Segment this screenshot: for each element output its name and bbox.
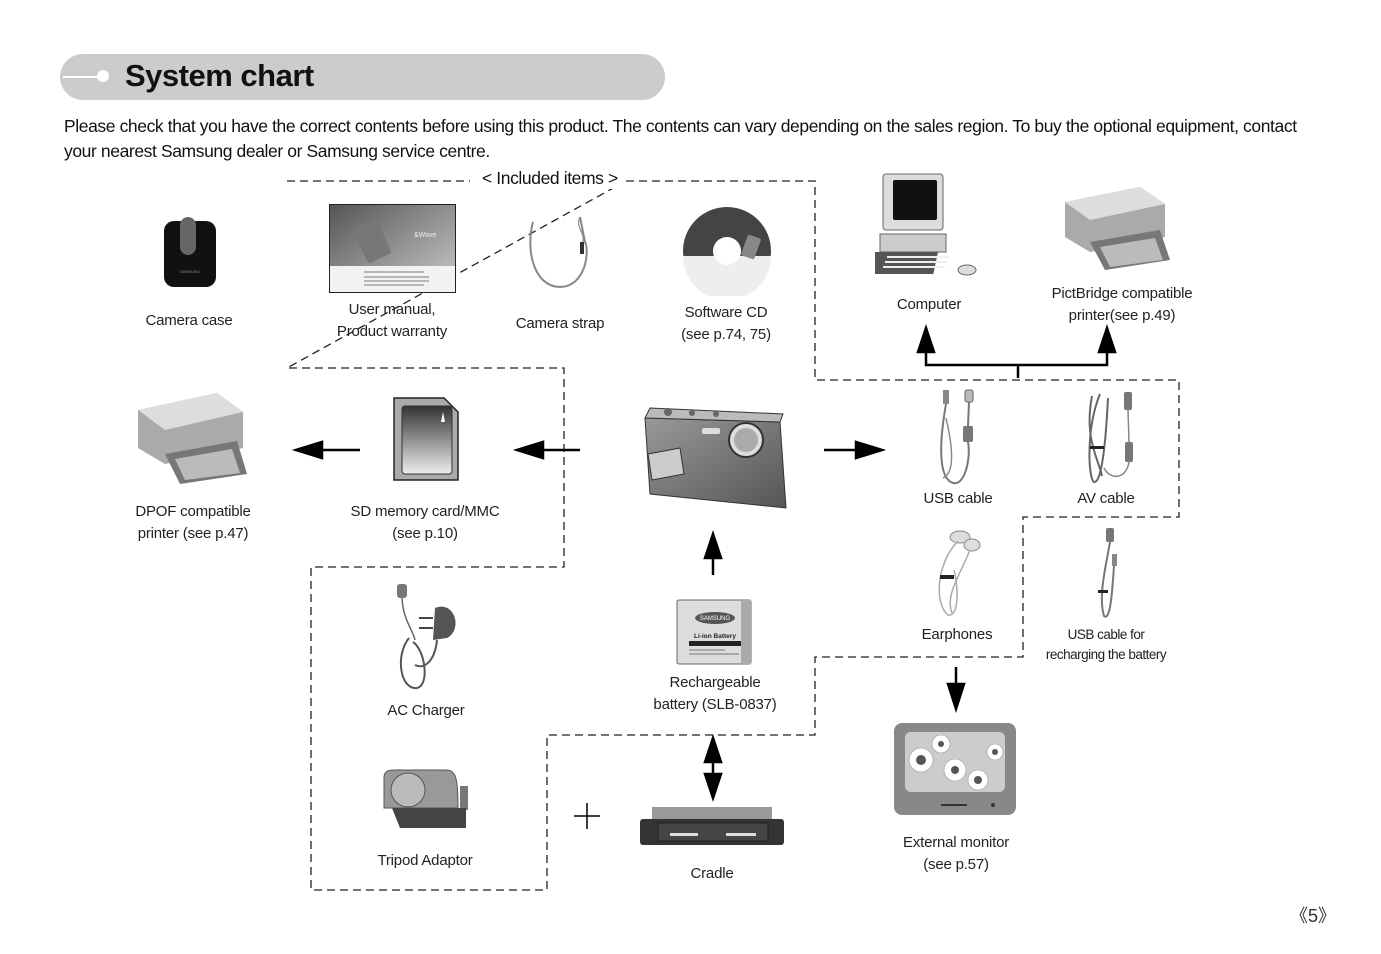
battery-label: Rechargeable battery (SLB-0837) [653, 674, 777, 713]
arrow-to-computer-printer [924, 345, 1109, 367]
usb-cable-icon [940, 389, 974, 485]
ac-charger-icon [397, 584, 456, 689]
included-items-title: < Included items > [474, 168, 626, 189]
tripod-adaptor-icon [383, 769, 468, 828]
computer-label: Computer [896, 296, 962, 313]
usb-recharge-cable-label: USB cable for recharging the battery [1045, 627, 1167, 662]
tripod-adaptor-label: Tripod Adaptor [377, 852, 473, 869]
usb-cable-label: USB cable [923, 490, 993, 507]
software-cd-label: Software CD (see p.74, 75) [681, 304, 771, 343]
av-cable-label: AV cable [1077, 490, 1135, 507]
svg-text:SAMSUNG: SAMSUNG [700, 616, 731, 622]
cd-icon [683, 207, 771, 296]
sd-card-icon [393, 397, 459, 481]
printer-icon [138, 393, 247, 484]
tv-icon [894, 723, 1016, 815]
sd-card-label: SD memory card/MMC (see p.10) [350, 503, 500, 542]
page-number: 《5》 [1290, 906, 1337, 926]
camera-icon [644, 407, 787, 509]
svg-text:SAMSUNG: SAMSUNG [180, 269, 200, 274]
svg-text:&Wave: &Wave [414, 232, 436, 239]
battery-icon: SAMSUNG Li-ion Battery [676, 599, 752, 665]
camera-case-label: Camera case [145, 312, 233, 329]
usb-cable-icon [1098, 528, 1117, 618]
strap-icon [529, 216, 588, 289]
camera-strap-label: Camera strap [515, 315, 605, 332]
av-cable-icon [1088, 392, 1133, 483]
camera-case-icon: SAMSUNG [164, 217, 216, 287]
dpof-printer-label: DPOF compatible printer (see p.47) [135, 503, 251, 542]
cradle-label: Cradle [690, 865, 734, 882]
ac-charger-label: AC Charger [387, 702, 465, 719]
manual-icon: &Wave [329, 204, 456, 293]
computer-icon [875, 173, 977, 276]
printer-icon [1065, 187, 1170, 270]
earphones-icon [938, 530, 981, 616]
cradle-icon [640, 807, 784, 845]
earphones-label: Earphones [921, 626, 993, 643]
svg-text:Li-ion Battery: Li-ion Battery [694, 633, 736, 640]
pictbridge-printer-label: PictBridge compatible printer(see p.49) [1051, 285, 1193, 324]
external-monitor-label: External monitor (see p.57) [902, 834, 1010, 873]
user-manual-label: User manual, Product warranty [336, 301, 448, 340]
